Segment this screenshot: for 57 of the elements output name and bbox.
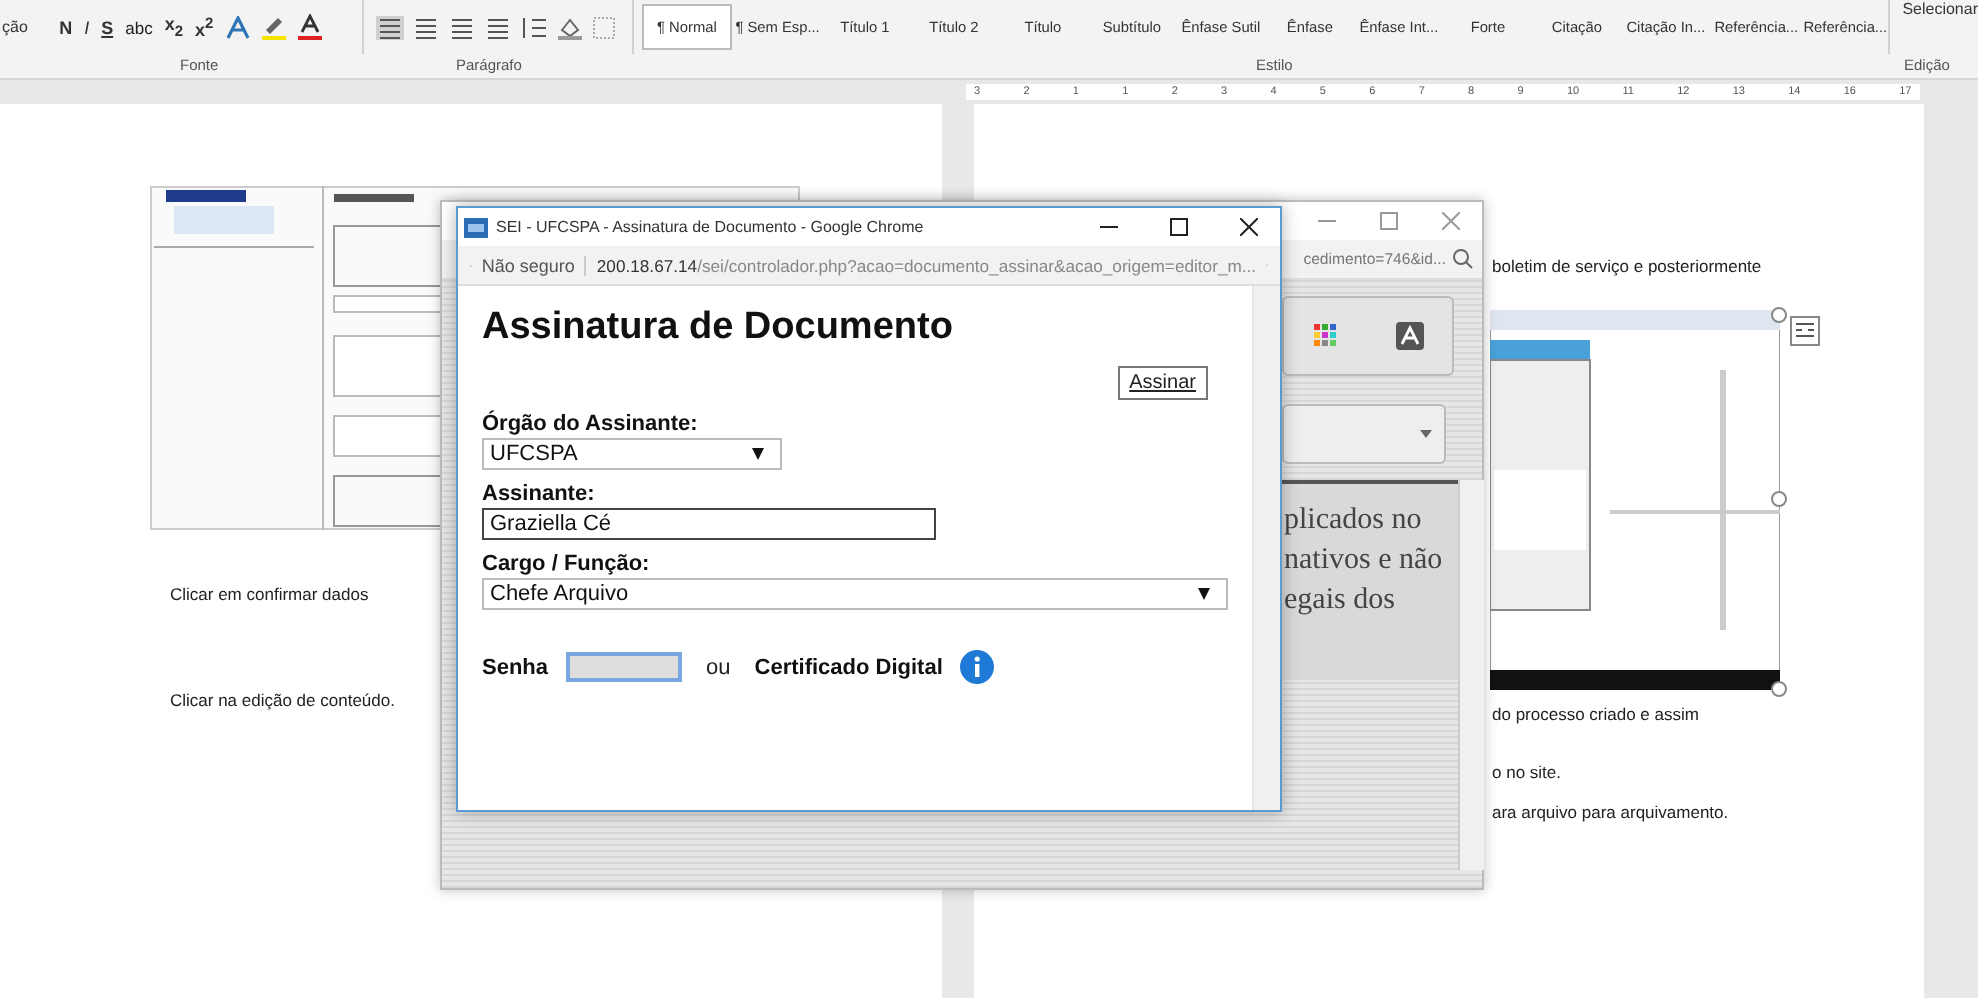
scrollbar[interactable]	[1252, 286, 1280, 810]
text-line: nativos e não	[1282, 542, 1445, 580]
caret-icon	[752, 448, 764, 460]
site-icon	[464, 217, 488, 237]
text-line: plicados no	[1282, 502, 1424, 540]
shading-icon[interactable]	[555, 15, 584, 39]
caret-icon	[1420, 430, 1432, 438]
text-effects-icon[interactable]	[223, 15, 252, 39]
page-heading: Assinatura de Documento	[482, 306, 955, 350]
align-icon[interactable]	[447, 15, 476, 39]
address-text[interactable]: 200.18.67.14/sei/controlador.php?acao=documento_assinar&acao_origem=editor_m...	[596, 255, 1257, 275]
format-button[interactable]: x$_{2}$	[162, 14, 186, 40]
resize-handle[interactable]	[1770, 306, 1788, 324]
close-icon[interactable]	[1240, 218, 1258, 236]
format-button[interactable]: x$^{2}$	[193, 14, 216, 40]
paragraph: boletim de serviço e posteriormente	[1492, 256, 1762, 276]
separator-text: ou	[706, 655, 731, 679]
format-button[interactable]: abc	[123, 17, 155, 37]
highlight-icon[interactable]	[259, 14, 288, 40]
field-label: Senha	[482, 655, 549, 679]
maximize-icon[interactable]	[1170, 218, 1188, 236]
select-field[interactable]: Chefe Arquivo	[482, 578, 1228, 610]
zoom-icon[interactable]	[1452, 248, 1474, 270]
format-button[interactable]: S	[99, 17, 116, 37]
select-button[interactable]: Selecionar	[1902, 0, 1978, 18]
format-button[interactable]: I	[82, 17, 92, 37]
field-label: Assinante:	[482, 482, 595, 506]
security-label[interactable]: Não seguro	[481, 255, 587, 275]
paragraph: o no site.	[1492, 762, 1561, 782]
align-icon[interactable]	[483, 15, 512, 39]
scrollbar[interactable]	[1458, 480, 1484, 870]
info-icon[interactable]	[960, 650, 995, 684]
field-label: Órgão do Assinante:	[482, 412, 698, 436]
field-label: Cargo / Função:	[482, 552, 650, 576]
format-button[interactable]: N	[57, 17, 75, 37]
window-title: SEI - UFCSPA - Assinatura de Documento - Google Chrome	[496, 218, 926, 236]
text-style-icon[interactable]	[1395, 322, 1423, 350]
text-line: egais dos	[1282, 582, 1397, 620]
paragraph: Clicar em confirmar dados	[170, 584, 369, 604]
color-grid-icon[interactable]	[1313, 324, 1337, 348]
password-field[interactable]	[566, 652, 683, 682]
select-field[interactable]: UFCSPA	[482, 438, 782, 470]
resize-handle[interactable]	[1770, 680, 1788, 698]
ribbon-label: ção	[0, 18, 30, 36]
paragraph: do processo criado e assim	[1492, 704, 1699, 724]
certificate-label: Certificado Digital	[754, 655, 943, 679]
align-icon[interactable]	[411, 15, 440, 39]
paragraph: ara arquivo para arquivamento.	[1492, 802, 1729, 822]
font-color-icon[interactable]	[295, 14, 324, 40]
line-spacing-icon[interactable]	[519, 15, 548, 39]
layout-options-icon[interactable]	[1790, 316, 1820, 346]
input-field[interactable]: Graziella Cé	[482, 508, 936, 540]
sign-button[interactable]: Assinar	[1117, 366, 1208, 400]
caret-icon	[1198, 588, 1210, 600]
resize-handle[interactable]	[1770, 490, 1788, 508]
align-icon[interactable]	[375, 15, 404, 39]
paragraph: Clicar na edição de conteúdo.	[170, 690, 395, 710]
